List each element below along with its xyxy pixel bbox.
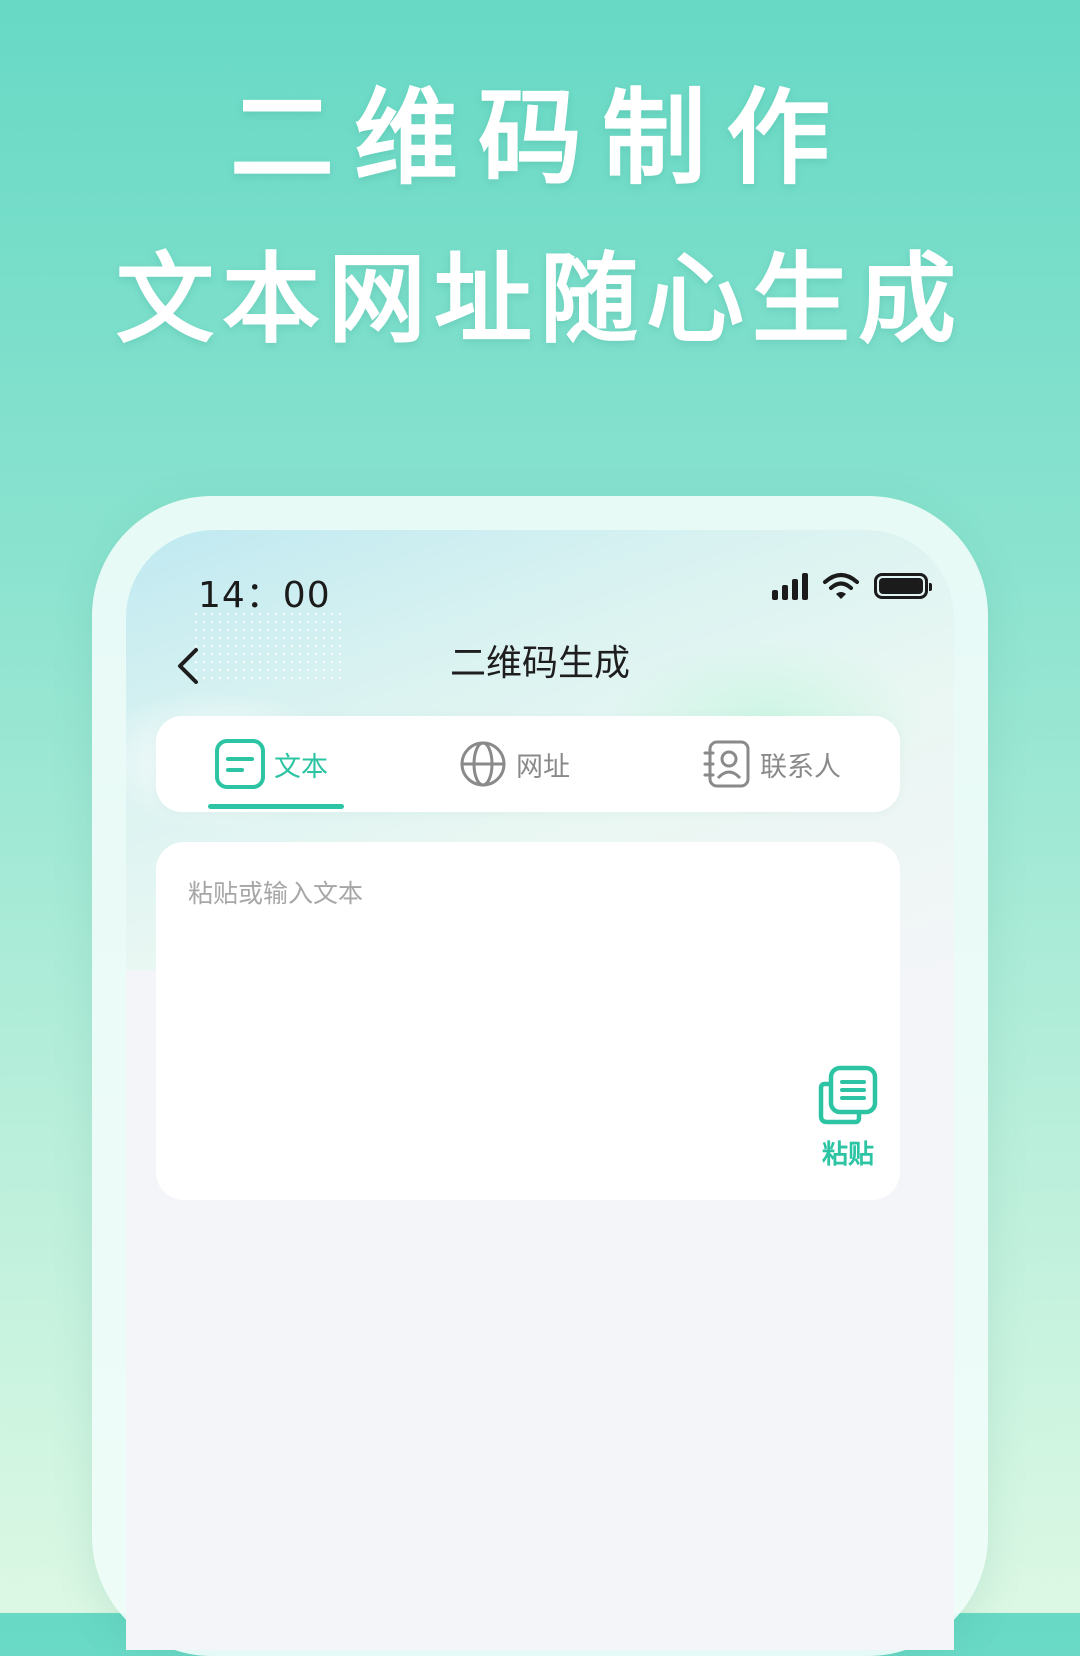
- status-time: 14：00: [198, 575, 331, 616]
- text-input-card: 粘贴: [156, 842, 900, 1200]
- contact-icon: [703, 740, 750, 788]
- tab-contact-label: 联系人: [760, 751, 841, 783]
- paste-button[interactable]: 粘贴: [808, 1064, 888, 1174]
- copy-icon: [818, 1065, 878, 1125]
- battery-icon: [874, 573, 932, 599]
- signal-icon: [772, 572, 808, 600]
- tab-contact[interactable]: 联系人: [702, 738, 841, 790]
- phone-screen: 14：00 二维码生成 文本 网址 联系人 粘贴或输入文本 粘贴: [126, 530, 954, 1650]
- active-tab-indicator: [208, 804, 344, 809]
- tab-url-label: 网址: [516, 751, 570, 783]
- tab-url[interactable]: 网址: [458, 738, 570, 790]
- page-title: 二维码生成: [449, 643, 630, 684]
- globe-icon: [460, 741, 506, 787]
- text-input[interactable]: [186, 872, 810, 1156]
- status-icons: [772, 566, 932, 606]
- tab-text-label: 文本: [274, 751, 328, 783]
- paste-label: 粘贴: [821, 1140, 874, 1170]
- wifi-icon: [823, 573, 859, 599]
- tab-bar: 文本 网址 联系人: [156, 716, 900, 812]
- promo-subtitle: 文本网址随心生成: [115, 243, 964, 357]
- text-icon: [215, 739, 265, 789]
- promo-title: 二维码制作: [229, 77, 850, 199]
- tab-text[interactable]: 文本: [214, 738, 328, 790]
